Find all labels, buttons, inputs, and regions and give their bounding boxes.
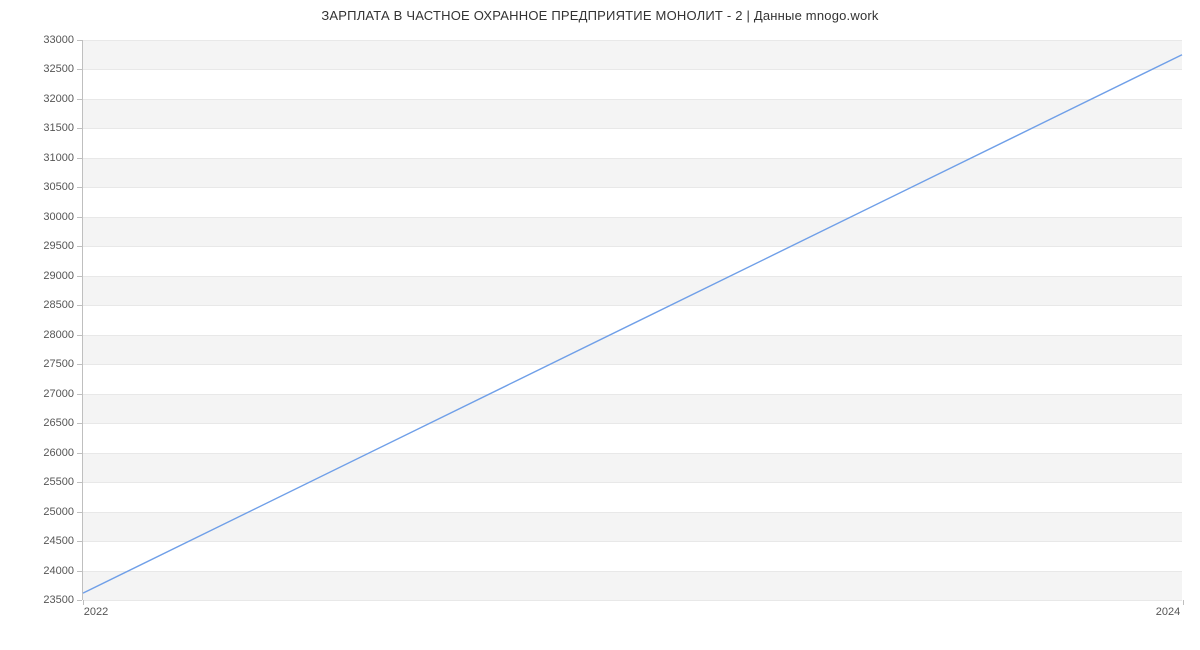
y-tick <box>77 453 82 454</box>
y-tick-label: 30000 <box>14 211 74 223</box>
y-tick-label: 31500 <box>14 122 74 134</box>
chart-title: ЗАРПЛАТА В ЧАСТНОЕ ОХРАННОЕ ПРЕДПРИЯТИЕ … <box>0 8 1200 23</box>
y-tick <box>77 246 82 247</box>
y-tick <box>77 305 82 306</box>
x-tick <box>83 600 84 605</box>
y-tick <box>77 276 82 277</box>
y-tick-label: 32000 <box>14 93 74 105</box>
y-tick-label: 27500 <box>14 358 74 370</box>
y-tick <box>77 187 82 188</box>
x-tick <box>1183 600 1184 605</box>
y-tick-label: 26000 <box>14 447 74 459</box>
y-tick <box>77 69 82 70</box>
y-tick-label: 25500 <box>14 476 74 488</box>
y-tick-label: 27000 <box>14 388 74 400</box>
x-tick-label: 2022 <box>84 606 108 618</box>
chart-container: ЗАРПЛАТА В ЧАСТНОЕ ОХРАННОЕ ПРЕДПРИЯТИЕ … <box>0 0 1200 650</box>
y-tick <box>77 217 82 218</box>
y-tick <box>77 128 82 129</box>
y-tick <box>77 512 82 513</box>
y-tick-label: 32500 <box>14 63 74 75</box>
y-tick-label: 24000 <box>14 565 74 577</box>
x-tick-label: 2024 <box>1156 606 1180 618</box>
y-tick <box>77 40 82 41</box>
y-tick-label: 31000 <box>14 152 74 164</box>
y-tick-label: 26500 <box>14 417 74 429</box>
y-tick-label: 24500 <box>14 535 74 547</box>
y-tick-label: 28000 <box>14 329 74 341</box>
y-tick <box>77 571 82 572</box>
y-tick <box>77 541 82 542</box>
y-tick <box>77 364 82 365</box>
line-series <box>83 40 1182 599</box>
y-tick <box>77 600 82 601</box>
y-tick-label: 29000 <box>14 270 74 282</box>
y-tick <box>77 335 82 336</box>
grid-line <box>83 600 1182 601</box>
y-tick-label: 30500 <box>14 181 74 193</box>
y-tick-label: 23500 <box>14 594 74 606</box>
y-tick-label: 25000 <box>14 506 74 518</box>
y-tick <box>77 158 82 159</box>
y-tick-label: 29500 <box>14 240 74 252</box>
plot-area <box>82 40 1182 600</box>
y-tick-label: 33000 <box>14 34 74 46</box>
y-tick <box>77 99 82 100</box>
y-tick-label: 28500 <box>14 299 74 311</box>
y-tick <box>77 482 82 483</box>
y-tick <box>77 394 82 395</box>
y-tick <box>77 423 82 424</box>
